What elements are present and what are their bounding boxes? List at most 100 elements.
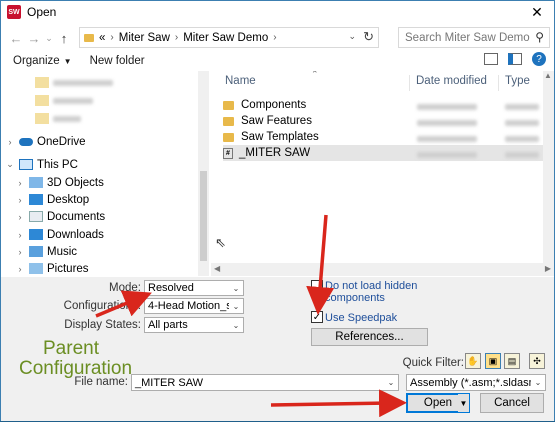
back-arrow-icon[interactable]: ← [7,28,25,48]
filter-top-level-icon[interactable]: ✣ [529,353,545,369]
blurred-date [417,104,477,110]
column-divider[interactable] [409,75,410,91]
help-icon[interactable]: ? [532,52,546,66]
navigation-pane-scrollbar[interactable] [198,71,209,276]
scroll-left-icon[interactable]: ◀ [214,264,220,273]
chevron-right-icon[interactable]: › [5,137,15,147]
configurations-label: Configurations: [63,300,141,312]
open-options-dropdown[interactable]: ▼ [458,394,469,412]
folder-icon [35,95,49,106]
chevron-down-icon: ⌄ [229,281,243,295]
command-bar: Organize ▼ New folder ? [1,52,554,70]
hidden-components-checkbox[interactable] [311,280,323,292]
chevron-right-icon[interactable]: › [15,264,25,274]
forward-arrow-icon[interactable]: → [25,28,43,48]
chevron-right-icon[interactable]: › [15,247,25,257]
breadcrumb-miter-saw-demo[interactable]: Miter Saw Demo [183,32,268,44]
annotation-configuration: Configuration [19,358,133,379]
view-controls: ? [484,52,546,66]
window-title: Open [27,5,57,19]
address-bar[interactable]: « › Miter Saw › Miter Saw Demo › ⌄ ↻ [79,27,379,48]
downloads-icon [29,229,43,240]
filter-drawings-icon[interactable]: ▤ [504,353,520,369]
annotation-parent: Parent [43,338,99,359]
use-speedpak-label[interactable]: Use Speedpak [325,312,397,324]
sidebar-item-3d-objects[interactable]: › 3D Objects [15,174,104,191]
recent-locations-icon[interactable]: ⌄ [43,28,55,48]
breadcrumb-miter-saw[interactable]: Miter Saw [119,32,170,44]
options-panel: Mode: Resolved ⌄ Configurations: 4-Head M… [1,277,554,421]
search-placeholder: Search Miter Saw Demo [405,31,530,44]
file-type-select[interactable]: Assembly (*.asm;*.sldasm) ⌄ [406,374,546,391]
search-input[interactable]: Search Miter Saw Demo ⚲ [398,27,550,48]
file-row-components[interactable]: Components [223,97,306,113]
open-dialog: SW Open ✕ ← → ⌄ ↑ « › Miter Saw › Miter … [0,0,555,421]
references-button[interactable]: References... [311,328,428,346]
filter-assemblies-icon[interactable]: ▣ [485,353,501,369]
sidebar-item-desktop[interactable]: › Desktop [15,191,90,208]
change-view-icon[interactable] [484,53,498,65]
assembly-file-icon: # [223,147,233,159]
blurred-quick-access-item[interactable] [31,92,93,109]
desktop-icon [29,194,43,205]
file-row-saw-templates[interactable]: Saw Templates [223,129,319,145]
sidebar-item-pictures[interactable]: › Pictures [15,260,89,276]
sidebar-item-downloads[interactable]: › Downloads [15,226,104,243]
chevron-down-icon[interactable]: ⌄ [384,375,398,389]
blurred-label [53,97,93,104]
breadcrumb-overflow[interactable]: « [99,32,105,44]
navigation-bar: ← → ⌄ ↑ « › Miter Saw › Miter Saw Demo ›… [1,25,554,51]
up-arrow-icon[interactable]: ↑ [55,28,73,48]
breadcrumb-separator-icon: › [174,32,179,43]
sidebar-item-music[interactable]: › Music [15,243,78,260]
column-header-type[interactable]: Type [505,75,530,91]
cancel-button[interactable]: Cancel [480,393,544,413]
file-list-scrollbar[interactable]: ▲ [543,71,554,263]
navigation-pane: › OneDrive ⌄ This PC › 3D Objects › Desktop … [1,71,209,276]
file-list: Name ⌃ Date modified Type Components Saw… [211,71,554,276]
blurred-quick-access-item[interactable] [31,74,113,91]
chevron-right-icon[interactable]: › [15,212,25,222]
folder-icon [84,33,94,42]
sidebar-item-onedrive[interactable]: › OneDrive [5,133,86,150]
column-header-name[interactable]: Name [225,75,256,91]
address-dropdown-icon[interactable]: ⌄ [348,31,356,42]
breadcrumb-separator-icon: › [110,32,114,43]
display-states-label: Display States: [64,319,141,331]
chevron-down-icon[interactable]: ⌄ [5,159,15,170]
configurations-select[interactable]: 4-Head Motion_spe ⌄ [144,298,244,314]
column-header-date-modified[interactable]: Date modified [416,75,487,91]
column-divider[interactable] [498,75,499,91]
mode-select[interactable]: Resolved ⌄ [144,280,244,296]
sidebar-item-this-pc[interactable]: ⌄ This PC [5,156,78,173]
preview-pane-icon[interactable] [508,53,522,65]
organize-button[interactable]: Organize ▼ [13,55,72,67]
folder-icon [35,113,49,124]
filter-parts-icon[interactable]: ✋ [465,353,481,369]
sort-indicator-icon: ⌃ [311,71,319,79]
display-states-select[interactable]: All parts ⌄ [144,317,244,333]
scroll-up-icon[interactable]: ▲ [544,71,552,80]
scroll-right-icon[interactable]: ▶ [545,264,551,273]
new-folder-button[interactable]: New folder [90,55,145,67]
file-name-input[interactable]: _MITER SAW ⌄ [131,374,399,391]
file-row-saw-features[interactable]: Saw Features [223,113,312,129]
chevron-right-icon[interactable]: › [15,230,25,240]
close-icon[interactable]: ✕ [520,1,554,23]
chevron-right-icon[interactable]: › [15,195,25,205]
cloud-icon [19,137,33,146]
sidebar-item-documents[interactable]: › Documents [15,208,106,225]
use-speedpak-checkbox[interactable]: ✓ [311,311,323,323]
blurred-date [417,136,477,142]
chevron-right-icon[interactable]: › [15,178,25,188]
mode-label: Mode: [109,282,141,294]
refresh-icon[interactable]: ↻ [363,29,374,45]
scrollbar-thumb[interactable] [200,171,207,261]
blurred-type [505,152,539,158]
folder-icon [35,77,49,88]
file-list-horizontal-scrollbar[interactable]: ◀ ▶ [211,263,554,276]
blurred-quick-access-item[interactable] [31,110,81,127]
hidden-components-label[interactable]: Do not load hidden components [325,280,425,304]
music-icon [29,246,43,257]
folder-icon [223,116,234,126]
